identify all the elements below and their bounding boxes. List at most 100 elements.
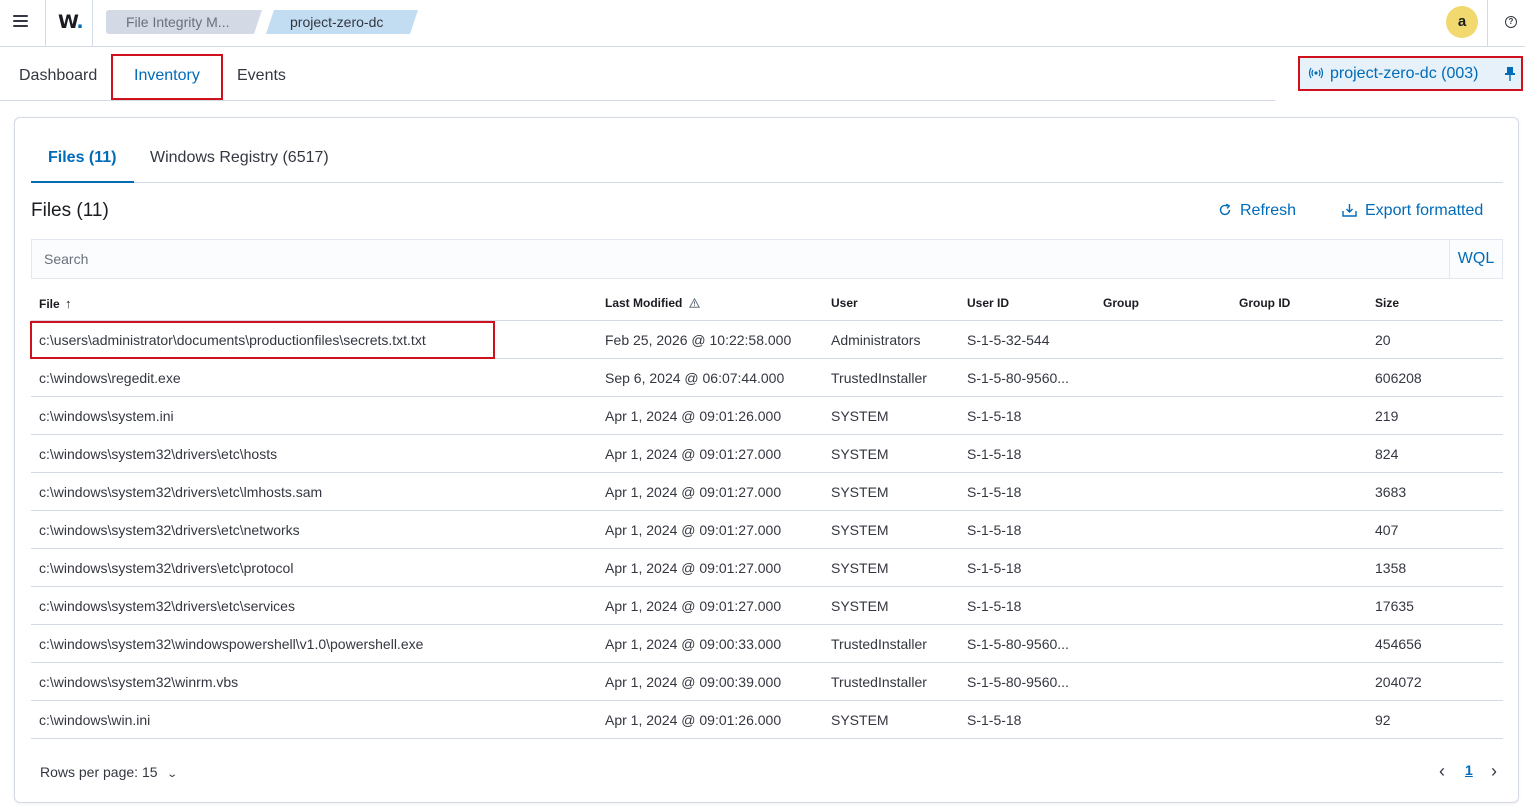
pagination: ‹ 1 › [1433, 760, 1503, 784]
cell-file: c:\windows\system.ini [39, 408, 174, 424]
breadcrumb-file-integrity[interactable]: File Integrity M... [106, 10, 262, 34]
table-row[interactable]: c:\windows\win.ini Apr 1, 2024 @ 09:01:26… [31, 701, 1503, 739]
table-row[interactable]: c:\windows\system.ini Apr 1, 2024 @ 09:01… [31, 397, 1503, 435]
column-header-last-modified[interactable]: Last Modified [605, 296, 700, 310]
cell-user-id: S-1-5-80-9560... [967, 370, 1069, 386]
inventory-subtabs: Files (11) Windows Registry (6517) [31, 140, 1503, 183]
cell-user: SYSTEM [831, 560, 889, 576]
cell-size: 92 [1375, 712, 1391, 728]
cell-last-modified: Apr 1, 2024 @ 09:01:27.000 [605, 446, 782, 462]
cell-last-modified: Apr 1, 2024 @ 09:01:27.000 [605, 484, 782, 500]
cell-user-id: S-1-5-18 [967, 522, 1022, 538]
table-row[interactable]: c:\windows\system32\drivers\etc\protocol… [31, 549, 1503, 587]
cell-user-id: S-1-5-18 [967, 560, 1022, 576]
rows-per-page-button[interactable]: Rows per page: 15 ⌄ [40, 764, 178, 780]
cell-last-modified: Apr 1, 2024 @ 09:00:33.000 [605, 636, 782, 652]
table-row[interactable]: c:\windows\system32\windowspowershell\v1… [31, 625, 1503, 663]
cell-size: 17635 [1375, 598, 1414, 614]
page-number[interactable]: 1 [1465, 762, 1473, 778]
help-icon[interactable]: ? [1505, 16, 1517, 28]
breadcrumb-agent: project-zero-dc [266, 10, 418, 34]
column-header-file[interactable]: File ↑ [39, 296, 72, 311]
cell-file: c:\windows\regedit.exe [39, 370, 181, 386]
cell-last-modified: Apr 1, 2024 @ 09:01:26.000 [605, 712, 782, 728]
tab-events[interactable]: Events [237, 67, 286, 85]
column-header-user-id[interactable]: User ID [967, 296, 1009, 310]
panel-title: Files (11) [31, 200, 109, 221]
cell-user-id: S-1-5-18 [967, 446, 1022, 462]
warning-icon [688, 297, 700, 308]
pin-icon[interactable] [1504, 66, 1516, 82]
divider [1487, 0, 1488, 47]
cell-user: SYSTEM [831, 484, 889, 500]
column-header-size[interactable]: Size [1375, 296, 1399, 310]
cell-file: c:\windows\system32\drivers\etc\services [39, 598, 295, 614]
sort-up-icon: ↑ [65, 296, 72, 311]
chevron-down-icon: ⌄ [165, 769, 178, 780]
divider [92, 0, 93, 47]
table-row[interactable]: c:\windows\regedit.exe Sep 6, 2024 @ 06:0… [31, 359, 1503, 397]
table-row[interactable]: c:\windows\system32\drivers\etc\lmhosts.… [31, 473, 1503, 511]
cell-size: 454656 [1375, 636, 1422, 652]
tab-dashboard[interactable]: Dashboard [19, 67, 97, 85]
table-row[interactable]: c:\windows\system32\drivers\etc\networks… [31, 511, 1503, 549]
column-header-user[interactable]: User [831, 296, 858, 310]
highlighted-file-box [30, 321, 495, 359]
inventory-panel: Files (11) Windows Registry (6517) Files… [14, 117, 1519, 803]
cell-size: 3683 [1375, 484, 1407, 500]
app-logo[interactable]: W. [58, 11, 84, 33]
cell-size: 219 [1375, 408, 1399, 424]
cell-user: TrustedInstaller [831, 674, 927, 690]
table-row[interactable]: c:\windows\system32\drivers\etc\services… [31, 587, 1503, 625]
agent-selector-button[interactable]: project-zero-dc (003) [1298, 56, 1523, 91]
cell-file: c:\windows\system32\winrm.vbs [39, 674, 239, 690]
export-formatted-button[interactable]: Export formatted [1342, 202, 1483, 220]
cell-file: c:\windows\win.ini [39, 712, 151, 728]
cell-file: c:\windows\system32\drivers\etc\hosts [39, 446, 278, 462]
column-header-group-id[interactable]: Group ID [1239, 296, 1290, 310]
table-row[interactable]: c:\windows\system32\winrm.vbs Apr 1, 2024… [31, 663, 1503, 701]
table-row[interactable]: c:\windows\system32\drivers\etc\hosts Apr… [31, 435, 1503, 473]
refresh-button[interactable]: Refresh [1218, 202, 1296, 220]
cell-user: TrustedInstaller [831, 370, 927, 386]
cell-last-modified: Sep 6, 2024 @ 06:07:44.000 [605, 370, 785, 386]
cell-last-modified: Apr 1, 2024 @ 09:01:27.000 [605, 598, 782, 614]
cell-user: SYSTEM [831, 712, 889, 728]
table-header: File ↑ Last Modified User User ID Group … [31, 283, 1503, 321]
cell-user-id: S-1-5-18 [967, 408, 1022, 424]
cell-last-modified: Apr 1, 2024 @ 09:00:39.000 [605, 674, 782, 690]
cell-user-id: S-1-5-18 [967, 712, 1022, 728]
top-header: W. File Integrity M... project-zero-dc a… [0, 0, 1525, 47]
chevron-right-icon[interactable]: › [1485, 760, 1503, 784]
search-bar: WQL [31, 239, 1503, 279]
cell-file: c:\windows\system32\drivers\etc\networks [39, 522, 300, 538]
tab-windows-registry[interactable]: Windows Registry (6517) [150, 149, 329, 167]
cell-user-id: S-1-5-80-9560... [967, 674, 1069, 690]
cell-last-modified: Feb 25, 2026 @ 10:22:58.000 [605, 332, 792, 348]
search-input[interactable] [32, 240, 1451, 278]
inventory-tab-highlight [111, 54, 223, 100]
refresh-label: Refresh [1240, 202, 1297, 219]
wql-button[interactable]: WQL [1449, 240, 1502, 278]
cell-user: SYSTEM [831, 598, 889, 614]
avatar[interactable]: a [1446, 6, 1478, 38]
menu-icon[interactable] [10, 11, 32, 33]
agent-name: project-zero-dc (003) [1330, 65, 1479, 82]
cell-size: 407 [1375, 522, 1399, 538]
divider [45, 0, 46, 47]
column-header-group[interactable]: Group [1103, 296, 1139, 310]
table-body: c:\users\administrator\documents\product… [31, 321, 1503, 739]
cell-user: SYSTEM [831, 446, 889, 462]
tab-files[interactable]: Files (11) [48, 149, 116, 167]
export-icon [1342, 204, 1357, 217]
signal-icon [1308, 67, 1324, 79]
cell-file: c:\windows\system32\drivers\etc\protocol [39, 560, 294, 576]
cell-last-modified: Apr 1, 2024 @ 09:01:27.000 [605, 522, 782, 538]
cell-file: c:\windows\system32\drivers\etc\lmhosts.… [39, 484, 323, 500]
cell-size: 824 [1375, 446, 1399, 462]
cell-user-id: S-1-5-80-9560... [967, 636, 1069, 652]
chevron-left-icon[interactable]: ‹ [1433, 760, 1451, 784]
cell-user-id: S-1-5-32-544 [967, 332, 1050, 348]
table-footer: Rows per page: 15 ⌄ ‹ 1 › [31, 758, 1503, 788]
cell-user: Administrators [831, 332, 921, 348]
